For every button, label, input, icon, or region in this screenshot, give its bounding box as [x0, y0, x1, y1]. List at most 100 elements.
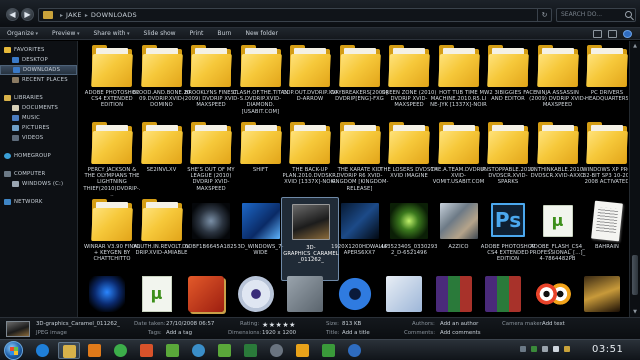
start-button[interactable]: [4, 341, 23, 360]
nav-documents[interactable]: Documents: [0, 103, 77, 113]
nav-libraries[interactable]: Libraries: [0, 93, 77, 103]
organize-button[interactable]: Organize: [0, 30, 45, 37]
breadcrumb-separator-icon[interactable]: ▸: [85, 12, 88, 19]
document-image: [591, 200, 623, 242]
preview-pane-icon[interactable]: [608, 29, 617, 38]
share-with-button[interactable]: Share with: [86, 30, 136, 37]
refresh-icon[interactable]: ↻: [537, 9, 551, 21]
tags-value[interactable]: Add a tag: [166, 330, 192, 336]
nav-music[interactable]: Music: [0, 113, 77, 123]
taskbar-button[interactable]: [318, 342, 340, 359]
nav-favorites[interactable]: Favorites: [0, 45, 77, 55]
comments-value[interactable]: Add comments: [440, 330, 481, 336]
scrollbar-thumb[interactable]: [632, 255, 638, 295]
vertical-scrollbar[interactable]: ▲ ▼: [629, 41, 640, 317]
image-thumbnail: [439, 203, 478, 239]
rating-stars[interactable]: ★★★★★: [262, 321, 296, 329]
homegroup-icon: [4, 153, 11, 159]
date-taken-value[interactable]: 27/10/2008 06:57: [166, 321, 214, 327]
taskbar-button[interactable]: [214, 342, 236, 359]
file-thumbnail: [188, 45, 234, 87]
nav-recent-places[interactable]: Recent Places: [0, 75, 77, 85]
taskbar-button[interactable]: [344, 342, 366, 359]
help-icon[interactable]: [623, 29, 632, 38]
nav-desktop[interactable]: Desktop: [0, 55, 77, 65]
media-player-icon: [88, 344, 101, 357]
file-item[interactable]: PC Drivers HeadQuarters: [578, 43, 628, 127]
nav-label: Windows (C:): [22, 181, 64, 187]
nav-label: Downloads: [23, 67, 61, 73]
authors-value[interactable]: Add an author: [440, 321, 478, 327]
nav-computer[interactable]: Computer: [0, 169, 77, 179]
breadcrumb-separator-icon[interactable]: ▸: [60, 12, 63, 19]
file-item[interactable]: Bahrain: [578, 197, 628, 281]
view-options-icon[interactable]: [593, 29, 602, 38]
print-button[interactable]: Print: [183, 30, 211, 37]
address-bar[interactable]: ▸ Jake ▸ Downloads ↻: [38, 8, 552, 22]
nav-label: Documents: [22, 105, 59, 111]
search-input[interactable]: Search Do...: [556, 8, 636, 22]
file-list[interactable]: Adobe Photoshop CS4 Extended Edition Bloo…: [79, 41, 628, 317]
scroll-up-icon[interactable]: ▲: [632, 43, 638, 49]
action-center-icon[interactable]: [564, 346, 570, 352]
details-file-name: 3D-graphics_Caramel_011262_: [36, 321, 120, 327]
taskbar-button[interactable]: [32, 342, 54, 359]
show-hidden-icons-icon[interactable]: [520, 346, 526, 352]
taskbar-button[interactable]: [266, 342, 288, 359]
search-placeholder: Search Do...: [561, 11, 603, 18]
drive-icon: [12, 181, 19, 187]
network-tray-icon[interactable]: [542, 346, 548, 352]
taskbar-button[interactable]: [58, 342, 80, 359]
utorrent-tray-icon[interactable]: [531, 346, 537, 352]
taskbar-button[interactable]: [162, 342, 184, 359]
folder-icon: [586, 122, 628, 164]
taskbar-button[interactable]: [188, 342, 210, 359]
taskbar-button[interactable]: [84, 342, 106, 359]
nav-network[interactable]: Network: [0, 197, 77, 207]
new-folder-button[interactable]: New folder: [239, 30, 285, 37]
breadcrumb-downloads[interactable]: Downloads: [91, 11, 137, 19]
file-thumbnail: [584, 45, 628, 87]
size-value: 813 KB: [342, 321, 362, 327]
tags-label: Tags:: [148, 330, 162, 336]
details-pane: 3D-graphics_Caramel_011262_ JPEG image D…: [0, 317, 640, 339]
nav-homegroup[interactable]: Homegroup: [0, 151, 77, 161]
taskbar-button[interactable]: [110, 342, 132, 359]
vlc-icon: [270, 344, 283, 357]
scroll-down-icon[interactable]: ▼: [632, 309, 638, 315]
nav-downloads[interactable]: Downloads: [0, 65, 77, 75]
file-item[interactable]: Windows XP Pro 32-Bit SP3 10-20-2008 Act…: [578, 120, 628, 204]
nav-videos[interactable]: Videos: [0, 133, 77, 143]
slide-show-button[interactable]: Slide show: [137, 30, 183, 37]
folder-icon: [536, 122, 579, 164]
file-thumbnail: [386, 122, 432, 164]
folder-icon: [140, 122, 183, 164]
taskbar-button[interactable]: [292, 342, 314, 359]
folder-icon: [586, 45, 628, 87]
clock[interactable]: 03:51: [592, 344, 623, 355]
forward-button[interactable]: ▶: [21, 8, 34, 21]
nav-windows-c[interactable]: Windows (C:): [0, 179, 77, 189]
taskbar-button[interactable]: [240, 342, 262, 359]
file-item[interactable]: [578, 272, 628, 317]
computer-icon: [4, 171, 11, 177]
xbox-icon: [218, 344, 231, 357]
ubuntu-icon: [140, 344, 153, 357]
nav-pictures[interactable]: Pictures: [0, 123, 77, 133]
taskbar-button[interactable]: [136, 342, 158, 359]
search-icon[interactable]: [625, 11, 632, 18]
file-thumbnail: [337, 45, 383, 87]
volume-icon[interactable]: [553, 346, 559, 352]
camera-maker-value[interactable]: Add text: [542, 321, 565, 327]
file-thumbnail: [288, 200, 334, 242]
burn-button[interactable]: Burn: [210, 30, 238, 37]
folder-icon: [140, 45, 183, 87]
file-thumbnail: [188, 199, 234, 241]
title-value[interactable]: Add a title: [342, 330, 370, 336]
back-button[interactable]: ◀: [6, 8, 19, 21]
folder-icon: [190, 122, 232, 164]
details-file-type: JPEG image: [36, 330, 67, 336]
preview-button[interactable]: Preview: [45, 30, 86, 37]
nav-label: Videos: [22, 135, 44, 141]
breadcrumb-jake[interactable]: Jake: [66, 11, 82, 19]
